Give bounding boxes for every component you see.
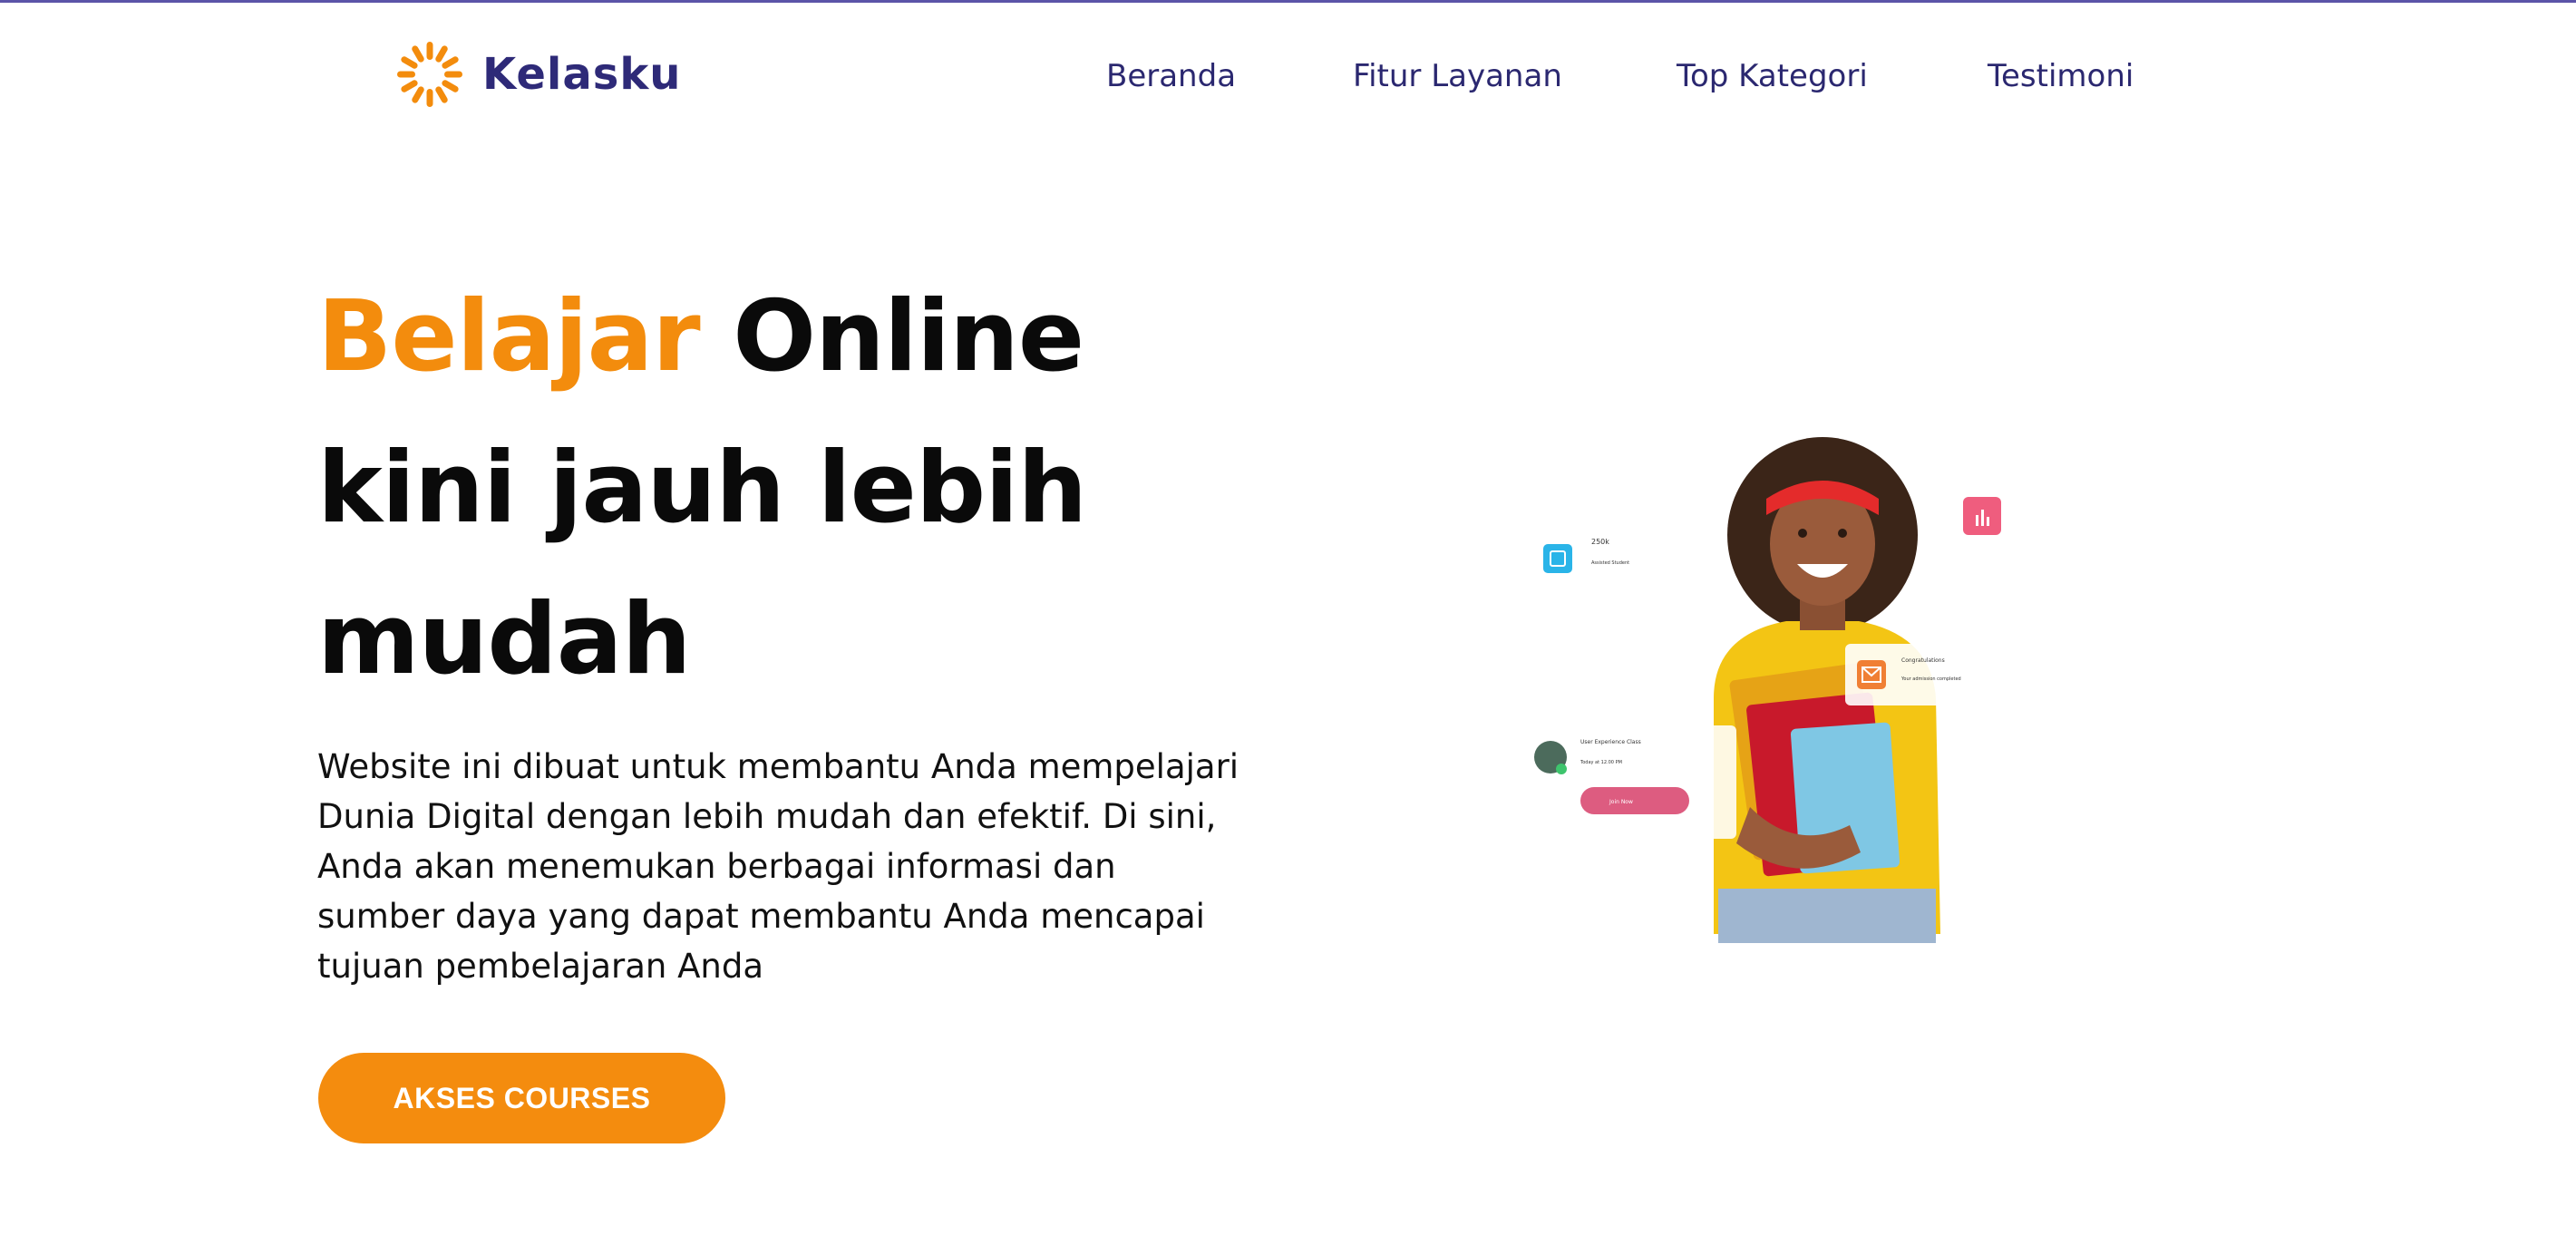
hero-title-accent: Belajar bbox=[317, 280, 701, 394]
hero-title: Belajar Online kini jauh lebih mudah bbox=[317, 261, 1087, 715]
logo-ray bbox=[412, 45, 424, 63]
online-status-dot bbox=[1556, 764, 1567, 774]
congrats-card-title: Congratulations bbox=[1901, 657, 1945, 664]
top-border-line bbox=[0, 0, 2576, 3]
logo-ray bbox=[435, 45, 448, 63]
logo-ray bbox=[426, 89, 433, 107]
logo-ray bbox=[397, 71, 415, 78]
nav-item-top-kategori[interactable]: Top Kategori bbox=[1677, 58, 1868, 94]
logo-ray bbox=[401, 80, 418, 92]
congrats-card-text: Your admission completed bbox=[1900, 676, 1961, 682]
students-card-label: Assisted Student bbox=[1591, 560, 1629, 566]
hero-title-line-1: Belajar Online bbox=[317, 261, 1086, 413]
sun-burst-icon bbox=[397, 42, 462, 107]
eye-left bbox=[1798, 529, 1807, 538]
logo-ray bbox=[412, 86, 424, 103]
logo-ray bbox=[401, 56, 418, 69]
students-card bbox=[1555, 530, 1705, 585]
calendar-icon bbox=[1543, 544, 1572, 573]
hero-title-line-2: kini jauh lebih bbox=[317, 432, 1087, 545]
logo-ray bbox=[435, 86, 448, 103]
join-now-button[interactable] bbox=[1580, 787, 1689, 814]
nav-item-beranda[interactable]: Beranda bbox=[1106, 58, 1236, 94]
nav-item-testimoni[interactable]: Testimoni bbox=[1988, 58, 2134, 94]
student-illustration: 250k Assisted Student Congratulations Yo… bbox=[1534, 437, 2001, 943]
hero-description: Website ini dibuat untuk membantu Anda m… bbox=[317, 747, 1239, 986]
eye-right bbox=[1838, 529, 1847, 538]
class-card-title: User Experience Class bbox=[1580, 739, 1641, 745]
logo-ray bbox=[426, 42, 433, 60]
class-card-time: Today at 12.00 PM bbox=[1580, 760, 1622, 765]
hero-title-rest: Online bbox=[733, 280, 1084, 394]
logo-ray bbox=[442, 80, 459, 92]
brand-logo[interactable]: Kelasku bbox=[395, 40, 681, 109]
logo-ray bbox=[442, 56, 459, 69]
join-now-label: Join Now bbox=[1609, 799, 1633, 805]
nav-item-fitur-layanan[interactable]: Fitur Layanan bbox=[1353, 58, 1562, 94]
students-card-value: 250k bbox=[1591, 538, 1609, 546]
akses-courses-button[interactable]: AKSES COURSES bbox=[318, 1053, 725, 1143]
logo-ray bbox=[444, 71, 462, 78]
hero-illustration: 250k Assisted Student Congratulations Yo… bbox=[1523, 426, 2031, 952]
jeans-shape bbox=[1718, 889, 1936, 943]
brand-name: Kelasku bbox=[482, 49, 682, 100]
hero-title-line-3: mudah bbox=[317, 583, 692, 696]
